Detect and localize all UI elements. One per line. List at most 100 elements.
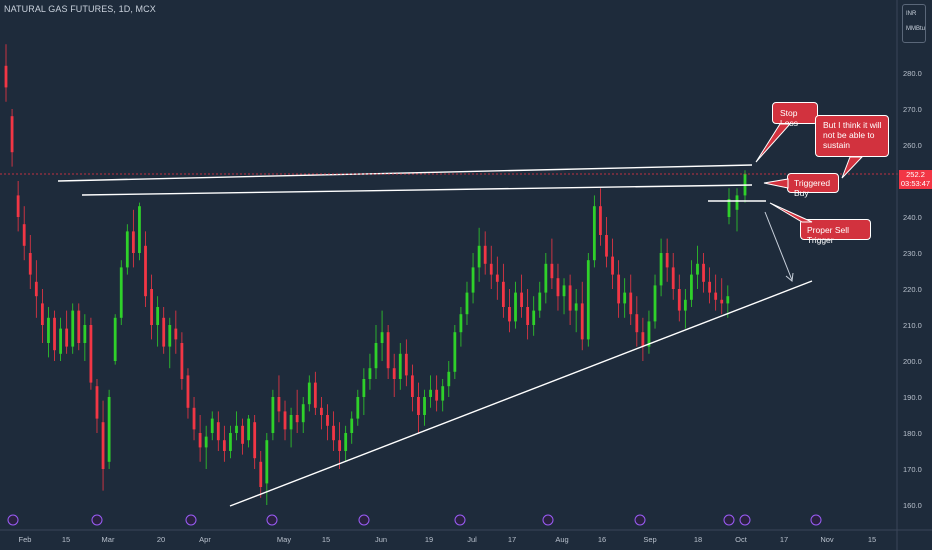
lower-resistance-line[interactable] [81,184,753,196]
time-tick-label: Nov [820,535,834,544]
time-tick-label: 15 [62,535,70,544]
candle-down [326,415,329,426]
dividend-event-marker[interactable] [542,514,554,526]
candle-down [550,263,554,279]
currency-unit: MMBtu [906,26,926,32]
candle-down [28,253,32,275]
candle-up [356,397,360,419]
candle-up [459,314,463,333]
price-tick-label: 190.0 [903,393,922,402]
dividend-event-marker[interactable] [358,514,370,526]
events-row [7,514,822,526]
candle-up [574,303,578,311]
candle-up [514,292,517,322]
candle-down [635,314,639,333]
dividend-event-marker[interactable] [7,514,19,526]
ascending-trendline[interactable] [229,280,813,507]
dividend-event-marker[interactable] [723,514,735,526]
candle-down [501,281,505,307]
candle-down [144,245,147,297]
price-tick-label: 220.0 [903,285,922,294]
candle-down [16,195,20,217]
candle-down [489,263,493,275]
candle-up [374,343,378,369]
time-tick-label: 17 [508,535,516,544]
candle-up [696,263,699,275]
time-tick-label: 15 [322,535,330,544]
candle-down [677,289,681,311]
candle-down [392,368,396,379]
candle-down [277,397,281,412]
candle-down [495,274,499,282]
dividend-event-marker[interactable] [454,514,466,526]
candle-down [174,328,178,340]
candle-down [65,328,69,347]
comment-callout[interactable]: But I think it will not be able to susta… [815,115,889,157]
candle-down [520,292,523,307]
candle-up [447,371,451,387]
candle-up [441,386,445,401]
candle-up [544,263,548,293]
candle-up [265,440,269,484]
dividend-event-marker[interactable] [91,514,103,526]
candle-up [289,415,293,430]
candle-down [599,206,602,235]
candle-down [241,425,244,444]
candle-down [53,317,56,351]
candle-down [192,407,196,430]
earnings-event-marker[interactable] [739,514,751,526]
candle-up [83,325,87,343]
dividend-event-marker[interactable] [185,514,197,526]
candle-up [210,418,214,433]
candle-down [222,440,226,451]
candle-up [623,292,627,304]
candle-up [465,292,469,315]
price-tick-label: 240.0 [903,213,922,222]
time-tick-label: 17 [780,535,788,544]
time-tick-label: Feb [19,535,32,544]
dividend-event-marker[interactable] [634,514,646,526]
candle-up [471,267,475,293]
candle-up [453,332,457,372]
candle-down [40,303,44,325]
price-tick-label: 170.0 [903,465,922,474]
upper-resistance-line[interactable] [57,164,753,182]
sell-trigger-callout[interactable]: Proper Sell Trigger [800,219,871,245]
candle-down [34,281,38,297]
candle-up [119,267,123,318]
price-tick-label: 270.0 [903,105,922,114]
candle-up [307,382,311,405]
currency-badge[interactable]: INR MMBtu [902,4,926,43]
candle-down [253,422,257,459]
stop-loss-callout[interactable]: Stop Loss [772,102,818,128]
comment-text: But I think it will not be able to susta… [823,120,882,150]
time-tick-label: 18 [694,535,702,544]
dividend-event-marker[interactable] [266,514,278,526]
candle-down [186,375,190,408]
candle-up [477,245,481,268]
triggered-buy-callout[interactable]: Triggered Buy [787,173,839,198]
last-price-value: 252.2 [906,170,925,179]
dividend-event-marker[interactable] [810,514,822,526]
candle-down [386,332,390,369]
candle-up [653,285,657,322]
candle-down [526,307,530,325]
candle-down [150,289,153,325]
candle-down [556,278,560,297]
currency-code: INR [906,11,917,17]
time-tick-label: Apr [199,535,211,544]
candle-down [417,397,420,415]
candle-down [629,292,633,315]
candle-down [708,281,712,293]
chart-title: NATURAL GAS FUTURES, 1D, MCX [4,4,156,14]
candle-down [508,307,511,322]
price-chart[interactable]: 160.0 170.0 180.0 190.0 200.0 210.0 220.0 230.0… [0,0,932,550]
candle-up [204,436,208,448]
time-tick-label: Sep [643,535,656,544]
candle-up [301,404,305,423]
candle-up [107,397,111,462]
candle-up [592,206,596,261]
candle-down [10,116,14,153]
candle-up [586,260,590,340]
time-tick-label: 15 [868,535,876,544]
